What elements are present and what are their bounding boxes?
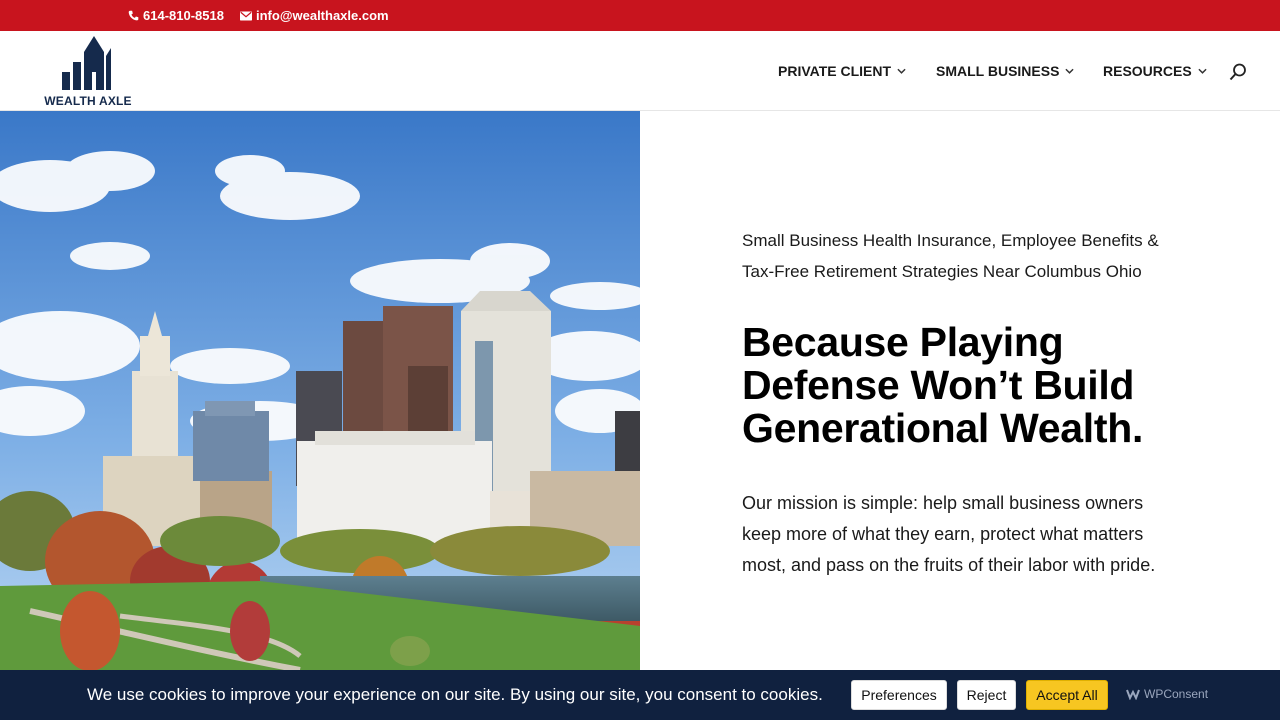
logo-text: WEALTH AXLE [44, 94, 132, 108]
top-contact-bar: 614-810-8518 info@wealthaxle.com [0, 0, 1280, 31]
phone-link[interactable]: 614-810-8518 [128, 8, 224, 23]
nav-label: PRIVATE CLIENT [778, 63, 892, 79]
cookie-preferences-button[interactable]: Preferences [851, 680, 947, 710]
nav-small-business[interactable]: SMALL BUSINESS [936, 63, 1075, 79]
nav-label: SMALL BUSINESS [936, 63, 1060, 79]
site-logo[interactable]: WEALTH AXLE [40, 34, 136, 108]
nav-private-client[interactable]: PRIVATE CLIENT [778, 63, 906, 79]
cookie-reject-button[interactable]: Reject [957, 680, 1016, 710]
hero-skyline-image [0, 111, 640, 670]
chevron-down-icon [1198, 68, 1207, 74]
search-icon [1229, 63, 1246, 81]
hero-mission: Our mission is simple: help small busine… [742, 493, 1156, 575]
wpconsent-logo-icon [1126, 689, 1140, 700]
envelope-icon [240, 11, 252, 20]
cookie-banner: We use cookies to improve your experienc… [0, 670, 1280, 720]
hero-headline: Because Playing Defense Won’t Build Gene… [742, 319, 1144, 451]
email-address: info@wealthaxle.com [256, 8, 389, 23]
hero-content: Small Business Health Insurance, Employe… [742, 226, 1182, 580]
email-link[interactable]: info@wealthaxle.com [240, 8, 389, 23]
wealth-axle-logo-mark [62, 36, 111, 90]
phone-number: 614-810-8518 [143, 8, 224, 23]
nav-label: RESOURCES [1103, 63, 1192, 79]
chevron-down-icon [897, 68, 906, 74]
hero-kicker: Small Business Health Insurance, Employe… [742, 231, 1159, 281]
search-button[interactable] [1229, 63, 1247, 81]
phone-icon [128, 10, 139, 21]
chevron-down-icon [1065, 68, 1075, 74]
nav-resources[interactable]: RESOURCES [1103, 63, 1207, 79]
site-header: WEALTH AXLE PRIVATE CLIENT SMALL BUSINES… [0, 31, 1280, 111]
columbus-skyline-illustration [0, 111, 640, 670]
wpconsent-brand[interactable]: WPConsent [1126, 687, 1208, 701]
cookie-accept-button[interactable]: Accept All [1026, 680, 1108, 710]
wpconsent-label: WPConsent [1144, 687, 1209, 701]
cookie-message: We use cookies to improve your experienc… [87, 685, 823, 704]
